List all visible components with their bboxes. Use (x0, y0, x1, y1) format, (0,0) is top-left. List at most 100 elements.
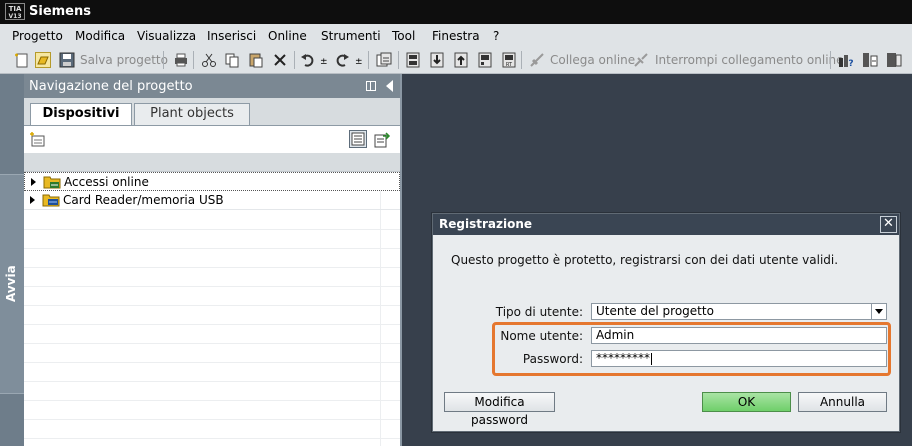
start-vertical-label[interactable]: Avvia (4, 265, 18, 302)
toolbar-separator (521, 51, 522, 69)
app-title: Siemens (29, 4, 91, 19)
tree-gridline (24, 324, 400, 325)
chevron-down-icon[interactable] (871, 304, 886, 319)
simulation-icon[interactable] (477, 52, 493, 68)
open-project-icon[interactable] (35, 52, 51, 68)
user-type-select[interactable]: Utente del progetto (591, 303, 887, 320)
tree-item-label: Card Reader/memoria USB (63, 193, 224, 207)
start-simulation-icon[interactable] (886, 52, 902, 68)
tree-item-label: Accessi online (64, 175, 149, 189)
menu-inserisci[interactable]: Inserisci (207, 29, 256, 43)
disconnect-online-button[interactable]: Interrompi collegamento online (655, 53, 844, 67)
expand-arrow-icon[interactable] (31, 178, 36, 186)
add-device-icon[interactable] (29, 131, 47, 149)
tree-gridline (24, 343, 400, 344)
tree-item-online-access[interactable]: Accessi online (24, 172, 400, 191)
project-navigation-title: Navigazione del progetto (29, 79, 193, 94)
download-icon[interactable] (405, 52, 421, 68)
menu-bar: Progetto Modifica Visualizza Inserisci O… (0, 24, 912, 46)
copy-icon[interactable] (224, 52, 240, 68)
password-value: ********* (596, 351, 650, 365)
undo-icon[interactable] (300, 52, 316, 68)
card-reader-folder-icon (42, 193, 60, 207)
password-label: Password: (522, 352, 583, 366)
menu-progetto[interactable]: Progetto (12, 29, 63, 43)
toolbar-separator (294, 51, 295, 69)
portal-strip: Avvia (0, 74, 24, 446)
save-icon[interactable] (59, 52, 75, 68)
project-navigation-header: Navigazione del progetto (24, 74, 400, 98)
username-field[interactable]: Admin (591, 327, 887, 344)
paste-icon[interactable] (248, 52, 264, 68)
accessible-devices-icon[interactable]: ? (838, 52, 854, 69)
menu-tool[interactable]: Tool (392, 29, 415, 43)
tree-gridline (24, 286, 400, 287)
dialog-header: Registrazione ✕ (433, 214, 899, 235)
tree-gridline (24, 400, 400, 401)
navigation-toolbar (24, 125, 400, 153)
undo-dropdown-icon[interactable]: ± (320, 57, 328, 73)
project-navigation-panel: Navigazione del progetto Dispositivi Pla… (24, 74, 402, 446)
compile-icon[interactable] (376, 52, 392, 68)
online-access-folder-icon (43, 175, 61, 189)
save-project-button[interactable]: Salva progetto (80, 53, 168, 67)
cancel-button[interactable]: Annulla (798, 392, 887, 412)
menu-visualizza[interactable]: Visualizza (137, 29, 196, 43)
cross-reference-icon[interactable] (862, 52, 878, 68)
menu-strumenti[interactable]: Strumenti (321, 29, 381, 43)
dialog-body: Questo progetto è protetto, registrarsi … (433, 235, 899, 431)
dialog-message: Questo progetto è protetto, registrarsi … (451, 253, 839, 267)
print-icon[interactable] (173, 52, 189, 68)
toolbar: Salva progetto ± ± RT Collega online Int… (0, 46, 912, 74)
tree-gridline (24, 305, 400, 306)
password-field[interactable]: ********* (591, 350, 887, 367)
tree-column-header (24, 153, 400, 172)
tab-dispositivi[interactable]: Dispositivi (30, 103, 132, 126)
close-icon[interactable]: ✕ (880, 216, 897, 233)
menu-help[interactable]: ? (493, 29, 499, 43)
toolbar-separator (398, 51, 399, 69)
username-value: Admin (596, 328, 635, 342)
user-type-value: Utente del progetto (596, 304, 714, 318)
download-device-icon[interactable] (429, 52, 445, 68)
tree-gridline (24, 248, 400, 249)
new-project-icon[interactable] (14, 52, 30, 68)
collapse-panel-icon[interactable] (386, 80, 393, 92)
toolbar-separator (368, 51, 369, 69)
tree-gridline (24, 438, 400, 439)
menu-online[interactable]: Online (268, 29, 307, 43)
upload-device-icon[interactable] (453, 52, 469, 68)
ok-button[interactable]: OK (702, 392, 791, 412)
connect-online-button[interactable]: Collega online (550, 53, 635, 67)
project-tree: Accessi online Card Reader/memoria USB (24, 172, 400, 446)
redo-dropdown-icon[interactable]: ± (355, 57, 363, 73)
text-caret (651, 352, 652, 365)
start-runtime-icon[interactable]: RT (501, 52, 517, 68)
tree-gridline (24, 419, 400, 420)
menu-finestra[interactable]: Finestra (432, 29, 480, 43)
tree-divider (380, 172, 381, 446)
toolbar-separator (830, 51, 831, 69)
redo-icon[interactable] (334, 52, 350, 68)
tree-item-card-reader[interactable]: Card Reader/memoria USB (24, 191, 400, 210)
go-offline-icon[interactable] (633, 52, 649, 68)
change-password-button[interactable]: Modifica password (444, 392, 555, 427)
export-view-icon[interactable] (373, 131, 391, 149)
go-online-icon[interactable] (529, 52, 545, 68)
svg-text:RT: RT (506, 62, 513, 68)
tab-plant-objects[interactable]: Plant objects (134, 103, 250, 125)
expand-arrow-icon[interactable] (30, 196, 35, 204)
svg-text:TIA: TIA (9, 5, 22, 13)
login-dialog: Registrazione ✕ Questo progetto è protet… (432, 213, 900, 432)
svg-text:V13: V13 (9, 13, 22, 20)
menu-modifica[interactable]: Modifica (75, 29, 125, 43)
tree-gridline (24, 381, 400, 382)
navigation-tabs: Dispositivi Plant objects (24, 98, 400, 126)
pin-panel-icon[interactable] (366, 81, 376, 91)
delete-icon[interactable] (272, 52, 288, 68)
tree-gridline (24, 362, 400, 363)
cut-icon[interactable] (201, 52, 217, 68)
username-label: Nome utente: (500, 329, 583, 343)
overview-view-icon[interactable] (349, 130, 367, 148)
tree-gridline (24, 229, 400, 230)
